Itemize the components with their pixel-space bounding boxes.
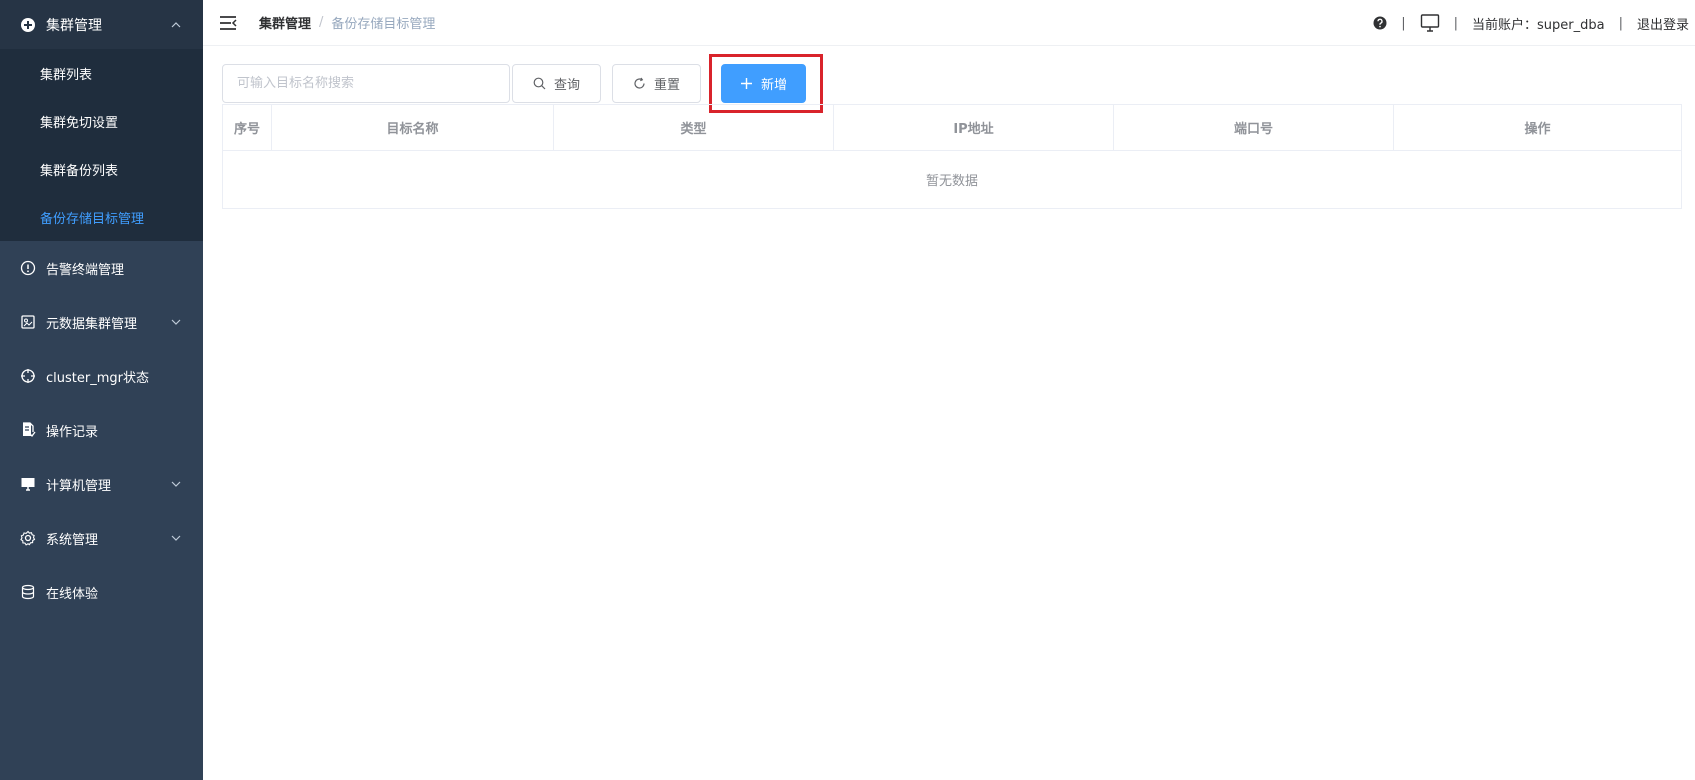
sidebar-item-backup-storage-target[interactable]: 备份存储目标管理 [0, 193, 203, 241]
sidebar-item-cluster-failover-settings[interactable]: 集群免切设置 [0, 97, 203, 145]
help-icon[interactable] [1373, 16, 1387, 30]
add-button[interactable]: 新增 [721, 63, 806, 103]
search-icon [533, 77, 546, 90]
chevron-down-icon [171, 317, 181, 327]
main-content: 查询 重置 新增 序号 目标名称 类型 IP地址 端口号 操作 暂无数据 [203, 46, 1695, 780]
breadcrumb: 集群管理 / 备份存储目标管理 [259, 13, 435, 32]
sidebar: 集群管理 集群列表 集群免切设置 集群备份列表 备份存储目标管理 告警终端管理 … [0, 0, 203, 780]
toolbar: 查询 重置 新增 [222, 53, 823, 113]
plus-icon [740, 77, 753, 90]
sidebar-item-cluster-list[interactable]: 集群列表 [0, 49, 203, 97]
sidebar-item-online-trial[interactable]: 在线体验 [0, 565, 203, 619]
sidebar-item-cluster-mgr-status[interactable]: cluster_mgr状态 [0, 349, 203, 403]
sidebar-item-label: 元数据集群管理 [46, 316, 138, 332]
sub-item-label: 集群列表 [40, 67, 93, 83]
column-header-port: 端口号 [1114, 105, 1394, 150]
table-empty-text: 暂无数据 [925, 174, 978, 189]
menu-cluster-management[interactable]: 集群管理 [0, 0, 203, 49]
breadcrumb-cluster-management[interactable]: 集群管理 [259, 13, 311, 32]
reset-button[interactable]: 重置 [612, 63, 701, 103]
crosshair-icon [20, 368, 36, 384]
current-account: 当前账户：super_dba [1472, 17, 1605, 33]
separator: | [1401, 15, 1406, 31]
add-button-label: 新增 [760, 77, 787, 93]
sidebar-item-label: cluster_mgr状态 [46, 370, 149, 386]
sidebar-item-label: 告警终端管理 [46, 262, 125, 278]
menu-fold-icon[interactable] [219, 14, 237, 32]
column-header-actions: 操作 [1524, 122, 1551, 137]
computer-icon [20, 476, 36, 492]
separator: | [1618, 15, 1623, 31]
gear-icon [20, 530, 36, 546]
sidebar-item-system-management[interactable]: 系统管理 [0, 511, 203, 565]
fullscreen-icon[interactable] [1420, 13, 1440, 33]
metadata-icon [20, 314, 36, 330]
cluster-icon [20, 17, 36, 33]
chevron-down-icon [171, 479, 181, 489]
logout-link[interactable]: 退出登录 [1637, 14, 1689, 33]
data-table: 序号 目标名称 类型 IP地址 端口号 操作 暂无数据 [222, 104, 1682, 209]
sidebar-item-metadata-cluster[interactable]: 元数据集群管理 [0, 295, 203, 349]
separator: | [1453, 15, 1459, 31]
sidebar-item-label: 在线体验 [46, 586, 99, 602]
sub-item-label: 集群免切设置 [40, 115, 119, 131]
sub-item-label: 备份存储目标管理 [40, 211, 145, 227]
reset-button-label: 重置 [653, 77, 680, 93]
alert-icon [20, 260, 36, 276]
chevron-down-icon [171, 533, 181, 543]
breadcrumb-separator: / [319, 15, 324, 30]
navbar-right: | | 当前账户：super_dba | 退出登录 [1373, 0, 1689, 46]
query-button[interactable]: 查询 [512, 63, 601, 103]
navbar: 集群管理 / 备份存储目标管理 | | 当前账户：super_dba | 退出登… [203, 0, 1695, 46]
record-icon [20, 422, 36, 438]
refresh-icon [633, 77, 646, 90]
table-header: 序号 目标名称 类型 IP地址 端口号 操作 [223, 105, 1681, 151]
query-button-label: 查询 [553, 77, 580, 93]
sidebar-item-computer-management[interactable]: 计算机管理 [0, 457, 203, 511]
chevron-up-icon [171, 20, 181, 30]
sidebar-item-label: 操作记录 [46, 424, 99, 440]
column-header-target-name: 目标名称 [272, 105, 554, 150]
column-header-type: 类型 [554, 105, 834, 150]
column-header-ip-address: IP地址 [834, 105, 1114, 150]
sidebar-item-label: 系统管理 [46, 532, 99, 548]
menu-cluster-management-label: 集群管理 [46, 17, 102, 34]
sub-item-label: 集群备份列表 [40, 163, 119, 179]
search-input[interactable] [222, 63, 510, 103]
cluster-submenu: 集群列表 集群免切设置 集群备份列表 备份存储目标管理 [0, 49, 203, 241]
sidebar-item-operation-records[interactable]: 操作记录 [0, 403, 203, 457]
database-icon [20, 584, 36, 600]
sidebar-item-alert-terminal[interactable]: 告警终端管理 [0, 241, 203, 295]
column-header-index: 序号 [223, 105, 272, 150]
sidebar-item-label: 计算机管理 [46, 478, 112, 494]
breadcrumb-current: 备份存储目标管理 [331, 17, 436, 32]
sidebar-item-cluster-backup-list[interactable]: 集群备份列表 [0, 145, 203, 193]
